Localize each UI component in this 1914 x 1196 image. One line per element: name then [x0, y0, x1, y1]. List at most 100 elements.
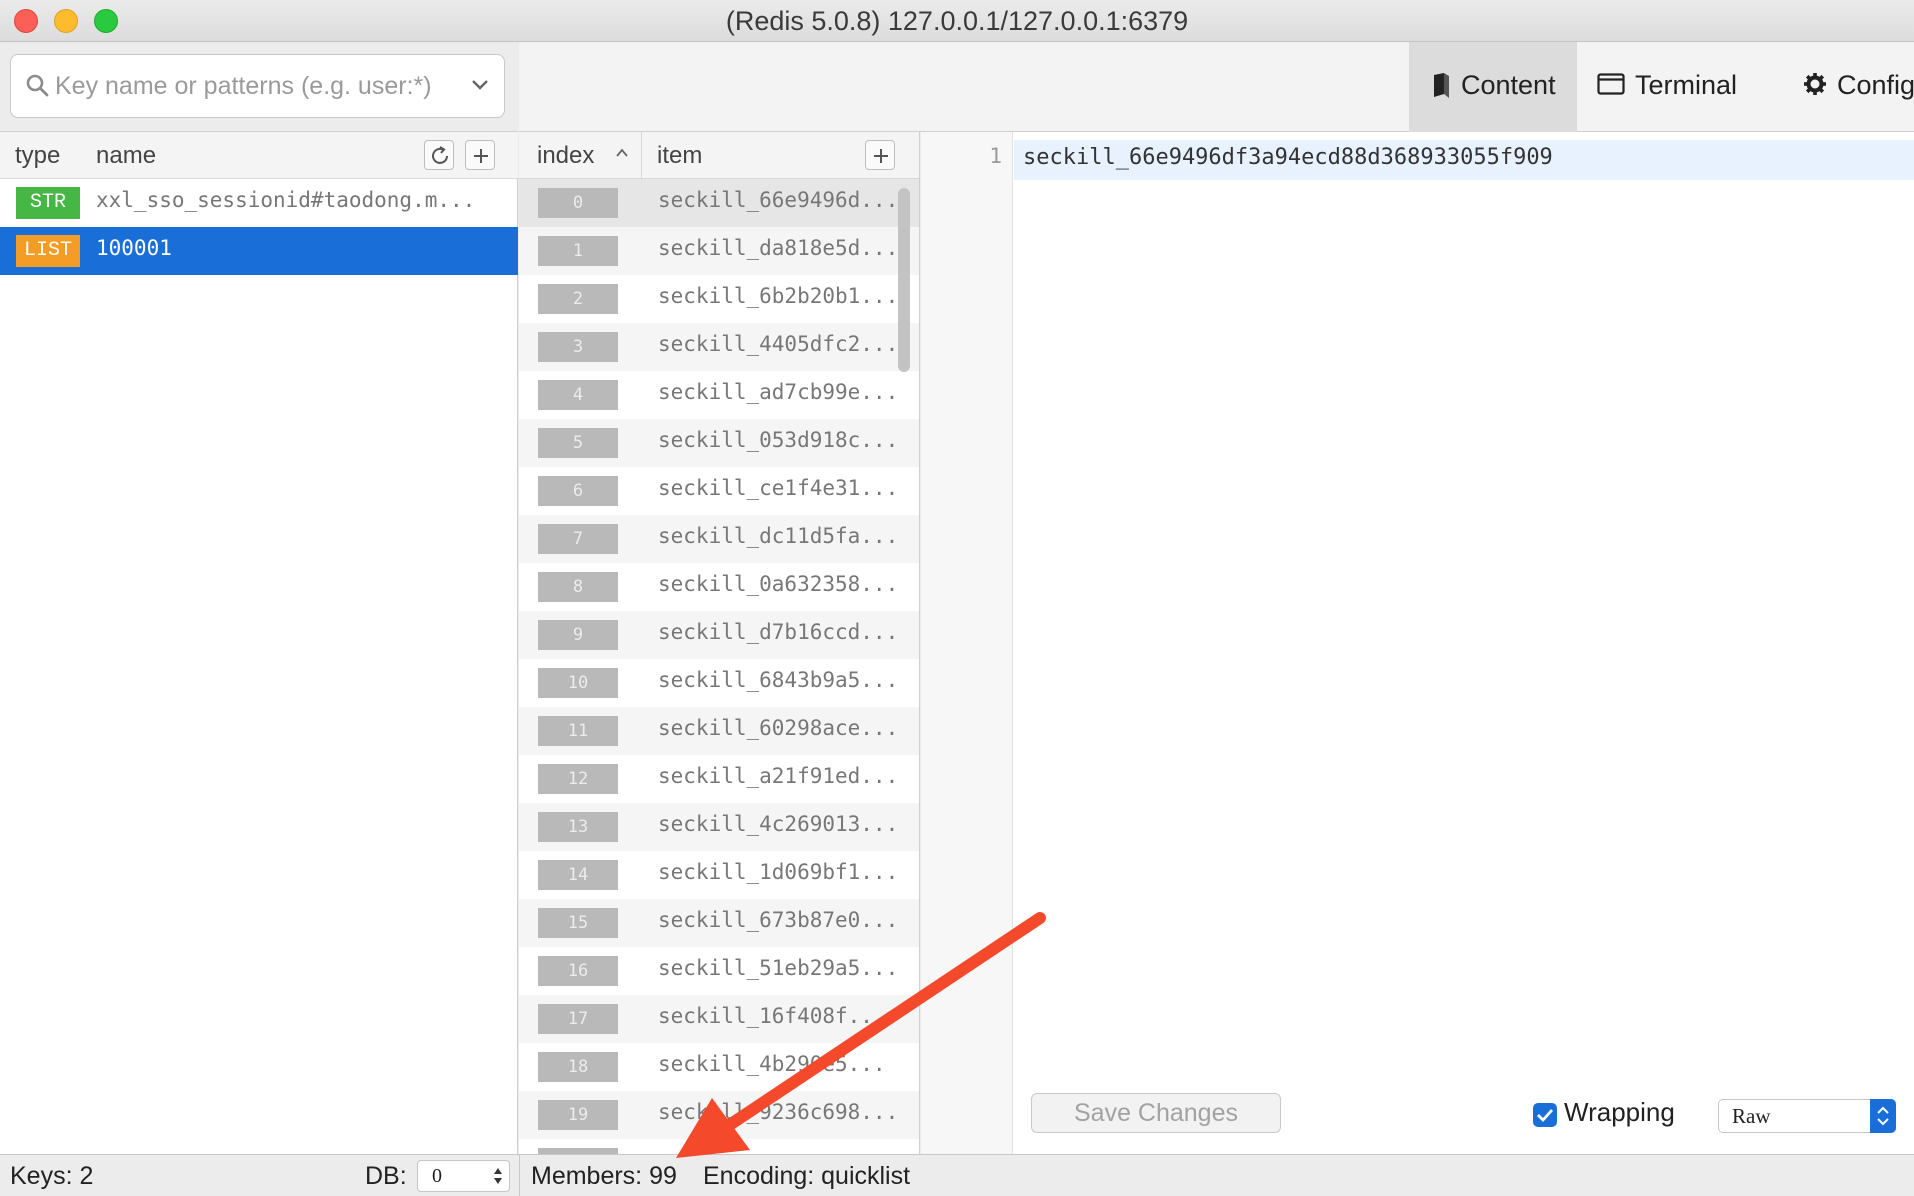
- add-item-button[interactable]: [865, 140, 895, 170]
- view-tab-bar: Content Terminal Config: [519, 42, 1914, 132]
- row-index: 14: [538, 860, 618, 890]
- row-index: 19: [538, 1100, 618, 1130]
- row-index: 7: [538, 524, 618, 554]
- list-row[interactable]: 17 seckill_16f408f...: [519, 995, 919, 1043]
- plus-icon: [474, 149, 488, 163]
- chevron-down-icon[interactable]: [470, 75, 490, 95]
- search-area: [0, 42, 518, 132]
- list-items-panel: index item 0 seckill_66e9496d... 1 seckill_…: [519, 132, 920, 1154]
- refresh-icon: [432, 146, 448, 164]
- row-index: 15: [538, 908, 618, 938]
- tab-terminal[interactable]: Terminal: [1593, 42, 1745, 132]
- type-badge: STR: [16, 187, 80, 219]
- list-row[interactable]: 16 seckill_51eb29a5...: [519, 947, 919, 995]
- search-box[interactable]: [10, 54, 505, 118]
- tab-label: Terminal: [1635, 70, 1738, 100]
- sort-ascending-icon[interactable]: [615, 147, 629, 159]
- row-item-value: seckill_6b2b20b1...: [658, 284, 899, 308]
- list-row[interactable]: 11 seckill_60298ace...: [519, 707, 919, 755]
- row-index: 2: [538, 284, 618, 314]
- row-item-value: seckill_66e9496d...: [658, 188, 899, 212]
- wrapping-label: Wrapping: [1564, 1097, 1675, 1127]
- row-item-value: seckill_51eb29a5...: [658, 956, 899, 980]
- title-bar: (Redis 5.0.8) 127.0.0.1/127.0.0.1:6379: [0, 0, 1914, 42]
- tab-content[interactable]: Content: [1409, 42, 1577, 132]
- type-column-header: type: [15, 142, 61, 169]
- row-index: 18: [538, 1052, 618, 1082]
- tab-config[interactable]: Config: [1771, 42, 1914, 132]
- row-item-value: seckill_053d918c...: [658, 428, 899, 452]
- list-row[interactable]: 13 seckill_4c269013...: [519, 803, 919, 851]
- list-row[interactable]: 15 seckill_673b87e0...: [519, 899, 919, 947]
- row-item-value: seckill_dc11d5fa...: [658, 524, 899, 548]
- list-row[interactable]: 6 seckill_ce1f4e31...: [519, 467, 919, 515]
- index-column-header[interactable]: index: [537, 142, 594, 170]
- row-item-value: seckill_9236c698...: [658, 1100, 899, 1124]
- name-column-header: name: [96, 142, 157, 169]
- row-item-value: seckill_4405dfc2...: [658, 332, 899, 356]
- tab-label: Config: [1837, 70, 1914, 100]
- row-index: 17: [538, 1004, 618, 1034]
- db-select[interactable]: 0: [417, 1160, 510, 1192]
- list-row[interactable]: 4 seckill_ad7cb99e...: [519, 371, 919, 419]
- key-row-selected[interactable]: LIST 100001: [0, 227, 518, 275]
- type-badge: LIST: [16, 235, 80, 267]
- format-select-value: Raw: [1732, 1104, 1771, 1128]
- row-index: 11: [538, 716, 618, 746]
- save-changes-button[interactable]: Save Changes: [1031, 1093, 1281, 1133]
- select-arrows-icon: [1870, 1099, 1896, 1133]
- list-row[interactable]: 12 seckill_a21f91ed...: [519, 755, 919, 803]
- editor-value-text[interactable]: seckill_66e9496df3a94ecd88d368933055f909: [1023, 145, 1553, 170]
- list-row[interactable]: 10 seckill_6843b9a5...: [519, 659, 919, 707]
- key-row[interactable]: STR xxl_sso_sessionid#taodong.m...: [0, 179, 518, 227]
- list-row[interactable]: 3 seckill_4405dfc2...: [519, 323, 919, 371]
- keys-count: Keys: 2: [10, 1162, 94, 1190]
- terminal-icon: [1597, 73, 1625, 95]
- row-index: 16: [538, 956, 618, 986]
- content-icon: [1434, 73, 1449, 98]
- row-index: 9: [538, 620, 618, 650]
- refresh-keys-button[interactable]: [424, 140, 454, 170]
- row-index: 3: [538, 332, 618, 362]
- row-index: 12: [538, 764, 618, 794]
- stepper-arrows-icon: [494, 1168, 502, 1184]
- search-input[interactable]: [55, 65, 455, 107]
- row-item-value: seckill_4b290e5...: [658, 1052, 886, 1076]
- row-item-value: seckill_60298ace...: [658, 716, 899, 740]
- list-row[interactable]: 9 seckill_d7b16ccd...: [519, 611, 919, 659]
- status-divider: [519, 1155, 520, 1196]
- row-index: 5: [538, 428, 618, 458]
- add-key-button[interactable]: [465, 140, 495, 170]
- row-index: 8: [538, 572, 618, 602]
- row-index: 13: [538, 812, 618, 842]
- list-row[interactable]: 5 seckill_053d918c...: [519, 419, 919, 467]
- row-index: 1: [538, 236, 618, 266]
- list-row[interactable]: 0 seckill_66e9496d...: [519, 179, 919, 227]
- list-row[interactable]: 18 seckill_4b290e5...: [519, 1043, 919, 1091]
- gear-icon: [1804, 73, 1826, 95]
- row-index: 4: [538, 380, 618, 410]
- row-item-value: seckill_16f408f...: [658, 1004, 886, 1028]
- format-select[interactable]: Raw: [1718, 1099, 1896, 1133]
- list-row[interactable]: 7 seckill_dc11d5fa...: [519, 515, 919, 563]
- list-row[interactable]: 19 seckill_9236c698...: [519, 1091, 919, 1139]
- db-label: DB:: [365, 1162, 407, 1190]
- row-item-value: seckill_4c269013...: [658, 812, 899, 836]
- list-row[interactable]: 1 seckill_da818e5d...: [519, 227, 919, 275]
- wrapping-checkbox[interactable]: [1533, 1103, 1557, 1127]
- list-row[interactable]: [519, 1139, 919, 1154]
- row-item-value: seckill_0a632358...: [658, 572, 899, 596]
- key-browser-panel: type name STR xxl_sso_sessionid#taodong.…: [0, 42, 518, 1154]
- item-column-header: item: [657, 142, 703, 169]
- row-index: 6: [538, 476, 618, 506]
- value-editor[interactable]: 1 seckill_66e9496df3a94ecd88d368933055f9…: [921, 132, 1914, 1154]
- list-row[interactable]: 2 seckill_6b2b20b1...: [519, 275, 919, 323]
- checkmark-icon: [1537, 1109, 1554, 1123]
- list-scrollbar[interactable]: [898, 188, 910, 372]
- row-index: 0: [538, 188, 618, 218]
- plus-icon: [874, 149, 888, 163]
- row-item-value: seckill_6843b9a5...: [658, 668, 899, 692]
- list-row[interactable]: 8 seckill_0a632358...: [519, 563, 919, 611]
- list-row[interactable]: 14 seckill_1d069bf1...: [519, 851, 919, 899]
- encoding-info: Encoding: quicklist: [703, 1162, 911, 1190]
